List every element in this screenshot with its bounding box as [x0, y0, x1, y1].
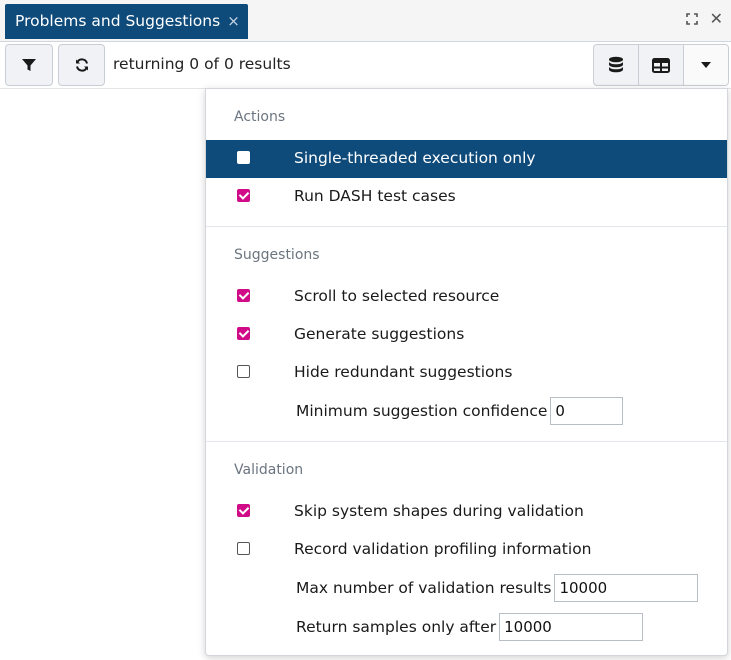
- refresh-icon: [75, 58, 88, 72]
- samples-after-label: Return samples only after: [296, 618, 497, 636]
- checkbox[interactable]: [237, 189, 250, 202]
- menu-item-skip-system-shapes[interactable]: Skip system shapes during validation: [206, 493, 727, 531]
- min-confidence-input[interactable]: [550, 397, 624, 425]
- database-button[interactable]: [594, 45, 639, 85]
- table-icon: [652, 57, 670, 73]
- checkbox[interactable]: [237, 151, 250, 164]
- menu-item-label: Generate suggestions: [294, 325, 465, 343]
- maximize-icon[interactable]: [685, 13, 698, 25]
- database-icon: [609, 56, 623, 73]
- filter-button[interactable]: [5, 44, 53, 86]
- actions-section-header: Actions: [234, 109, 286, 125]
- tab-title: Problems and Suggestions: [15, 12, 221, 30]
- checkbox[interactable]: [237, 542, 250, 555]
- menu-item-label: Skip system shapes during validation: [294, 502, 584, 520]
- checkbox[interactable]: [237, 327, 250, 340]
- close-tab-icon[interactable]: ×: [227, 5, 240, 38]
- view-options-group: [593, 44, 729, 86]
- menu-item-generate-suggestions[interactable]: Generate suggestions: [206, 316, 727, 354]
- min-confidence-row: Minimum suggestion confidence: [296, 397, 624, 425]
- tab-bar: Problems and Suggestions × ✕: [0, 0, 731, 42]
- checkbox[interactable]: [237, 504, 250, 517]
- menu-item-hide-redundant[interactable]: Hide redundant suggestions: [206, 354, 727, 392]
- menu-item-label: Run DASH test cases: [294, 187, 456, 205]
- samples-after-input[interactable]: [499, 613, 644, 641]
- suggestions-section-header: Suggestions: [234, 247, 320, 263]
- max-results-input[interactable]: [554, 574, 699, 602]
- caret-down-icon: [701, 62, 711, 68]
- tab-problems-and-suggestions[interactable]: Problems and Suggestions ×: [5, 4, 248, 39]
- max-results-label: Max number of validation results: [296, 579, 552, 597]
- menu-item-label: Scroll to selected resource: [294, 287, 500, 305]
- menu-item-label: Single-threaded execution only: [294, 149, 536, 167]
- dropdown-toggle-button[interactable]: [684, 45, 728, 85]
- refresh-button[interactable]: [58, 44, 105, 86]
- min-confidence-label: Minimum suggestion confidence: [296, 402, 548, 420]
- section-divider: [206, 226, 727, 227]
- validation-section-header: Validation: [234, 462, 304, 478]
- samples-after-row: Return samples only after: [296, 613, 644, 641]
- menu-item-label: Record validation profiling information: [294, 540, 592, 558]
- table-view-button[interactable]: [639, 45, 684, 85]
- results-count-text: returning 0 of 0 results: [113, 55, 291, 73]
- options-dropdown-menu: Actions Single-threaded execution only R…: [205, 88, 728, 656]
- filter-icon: [22, 59, 36, 71]
- toolbar: returning 0 of 0 results: [0, 42, 731, 88]
- checkbox[interactable]: [237, 365, 250, 378]
- menu-item-record-profiling[interactable]: Record validation profiling information: [206, 531, 727, 569]
- max-results-row: Max number of validation results: [296, 574, 699, 602]
- menu-item-scroll-to-selected[interactable]: Scroll to selected resource: [206, 278, 727, 316]
- menu-item-single-threaded[interactable]: Single-threaded execution only: [206, 140, 727, 178]
- menu-item-run-dash-tests[interactable]: Run DASH test cases: [206, 178, 727, 216]
- section-divider: [206, 441, 727, 442]
- checkbox[interactable]: [237, 289, 250, 302]
- menu-item-label: Hide redundant suggestions: [294, 363, 513, 381]
- close-panel-icon[interactable]: ✕: [710, 11, 723, 27]
